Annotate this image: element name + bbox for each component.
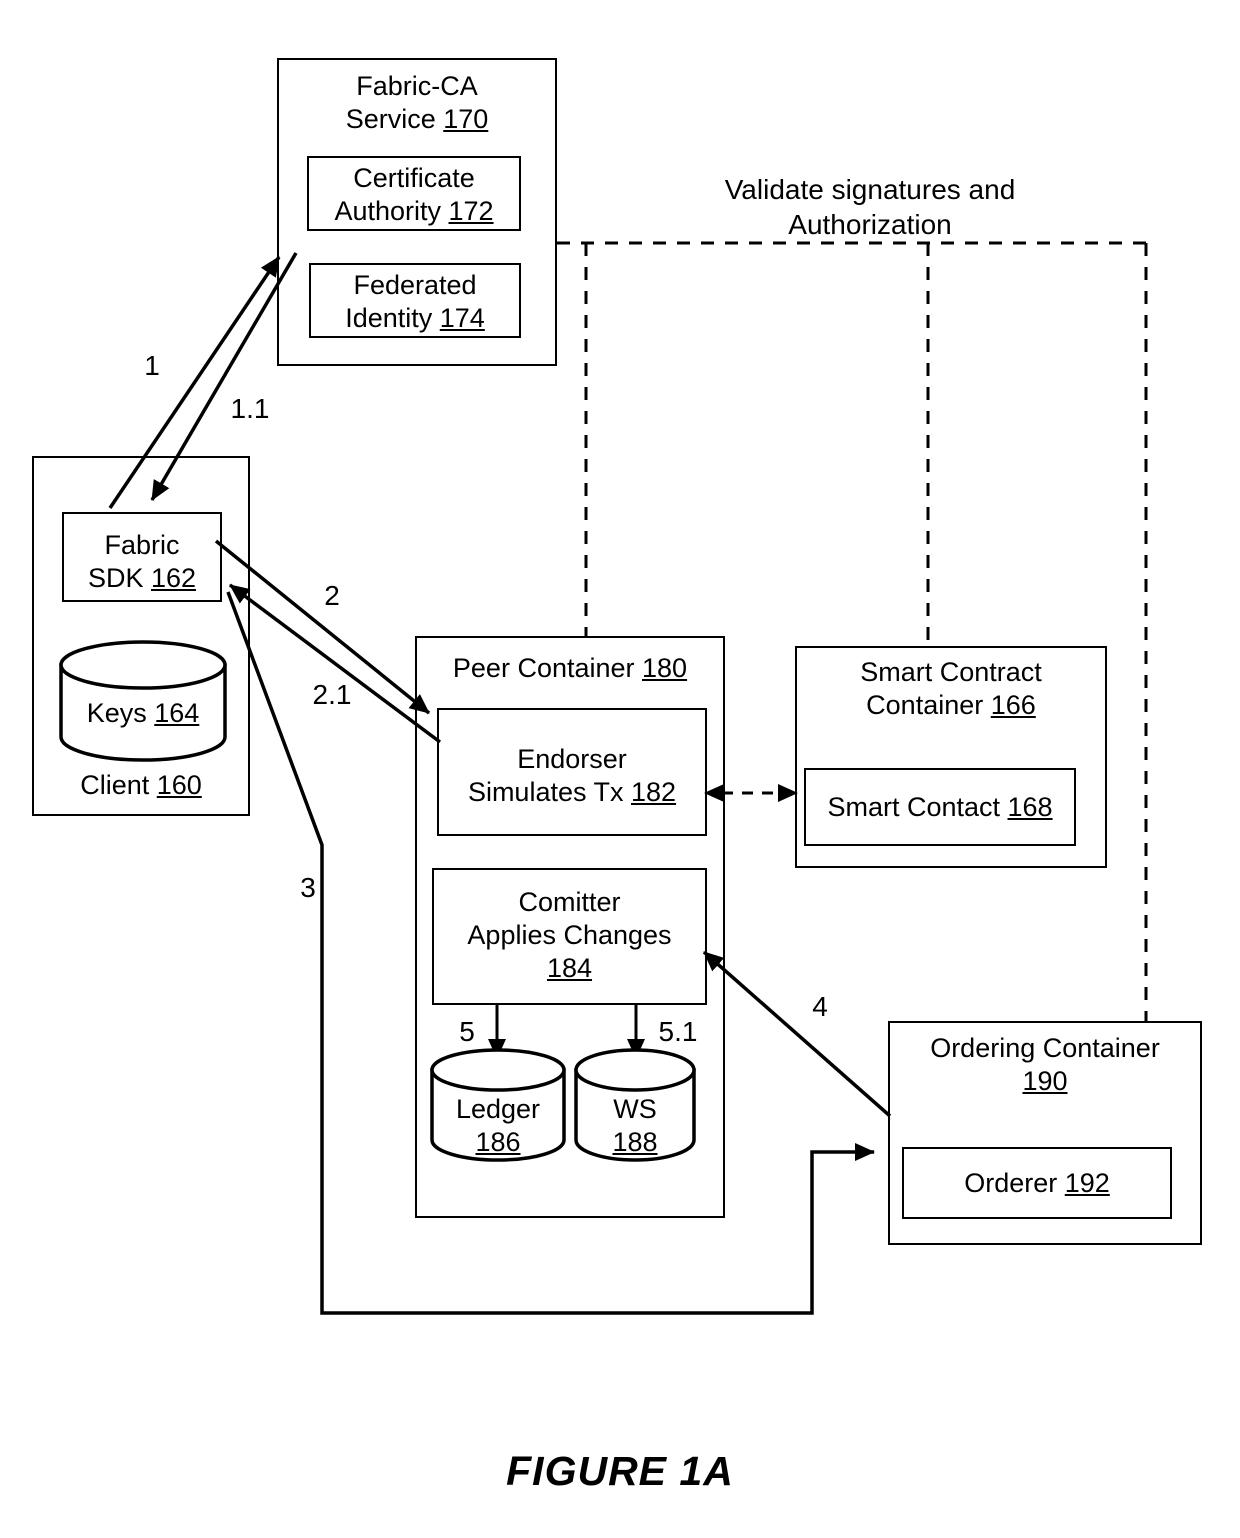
peer-container-label: Peer Container 180 <box>452 653 688 683</box>
endorser-label: Endorser Simulates Tx 182 <box>467 744 677 807</box>
client-box[interactable] <box>32 456 250 816</box>
federated-identity-label: Federated Identity 174 <box>345 270 485 333</box>
ws-label: WS 188 <box>612 1094 658 1157</box>
certificate-authority-label: Certificate Authority 172 <box>334 163 494 226</box>
patent-figure: Fabric-CA Service 170 Certificate Author… <box>0 0 1240 1538</box>
edge-step-4 <box>702 950 892 1118</box>
ordering-container-label: Ordering Container 190 <box>930 1033 1160 1096</box>
client-label: Client 160 <box>80 770 202 800</box>
keys-label: Keys 164 <box>86 698 200 728</box>
edge-label-2: 2 <box>324 580 340 611</box>
smart-contract-container-label: Smart Contract Container 166 <box>860 657 1042 720</box>
edge-label-1: 1 <box>144 350 160 381</box>
edge-label-2-1: 2.1 <box>312 679 352 710</box>
edge-label-4: 4 <box>812 991 828 1022</box>
ledger-label: Ledger 186 <box>455 1094 541 1157</box>
edge-label-5: 5 <box>459 1016 475 1047</box>
smart-contact-label: Smart Contact 168 <box>827 792 1053 822</box>
edge-label-5-1: 5.1 <box>658 1016 698 1047</box>
comitter-label: Comitter Applies Changes 184 <box>467 887 672 983</box>
fabric-sdk-label: Fabric SDK 162 <box>87 530 197 593</box>
edge-label-3: 3 <box>300 872 316 903</box>
figure-caption: FIGURE 1A <box>506 1448 734 1494</box>
edge-label-1-1: 1.1 <box>230 393 270 424</box>
orderer-label: Orderer 192 <box>964 1168 1110 1198</box>
validate-signatures-note: Validate signatures and Authorization <box>724 174 1016 240</box>
fabric-ca-service-label: Fabric-CA Service 170 <box>345 71 489 134</box>
